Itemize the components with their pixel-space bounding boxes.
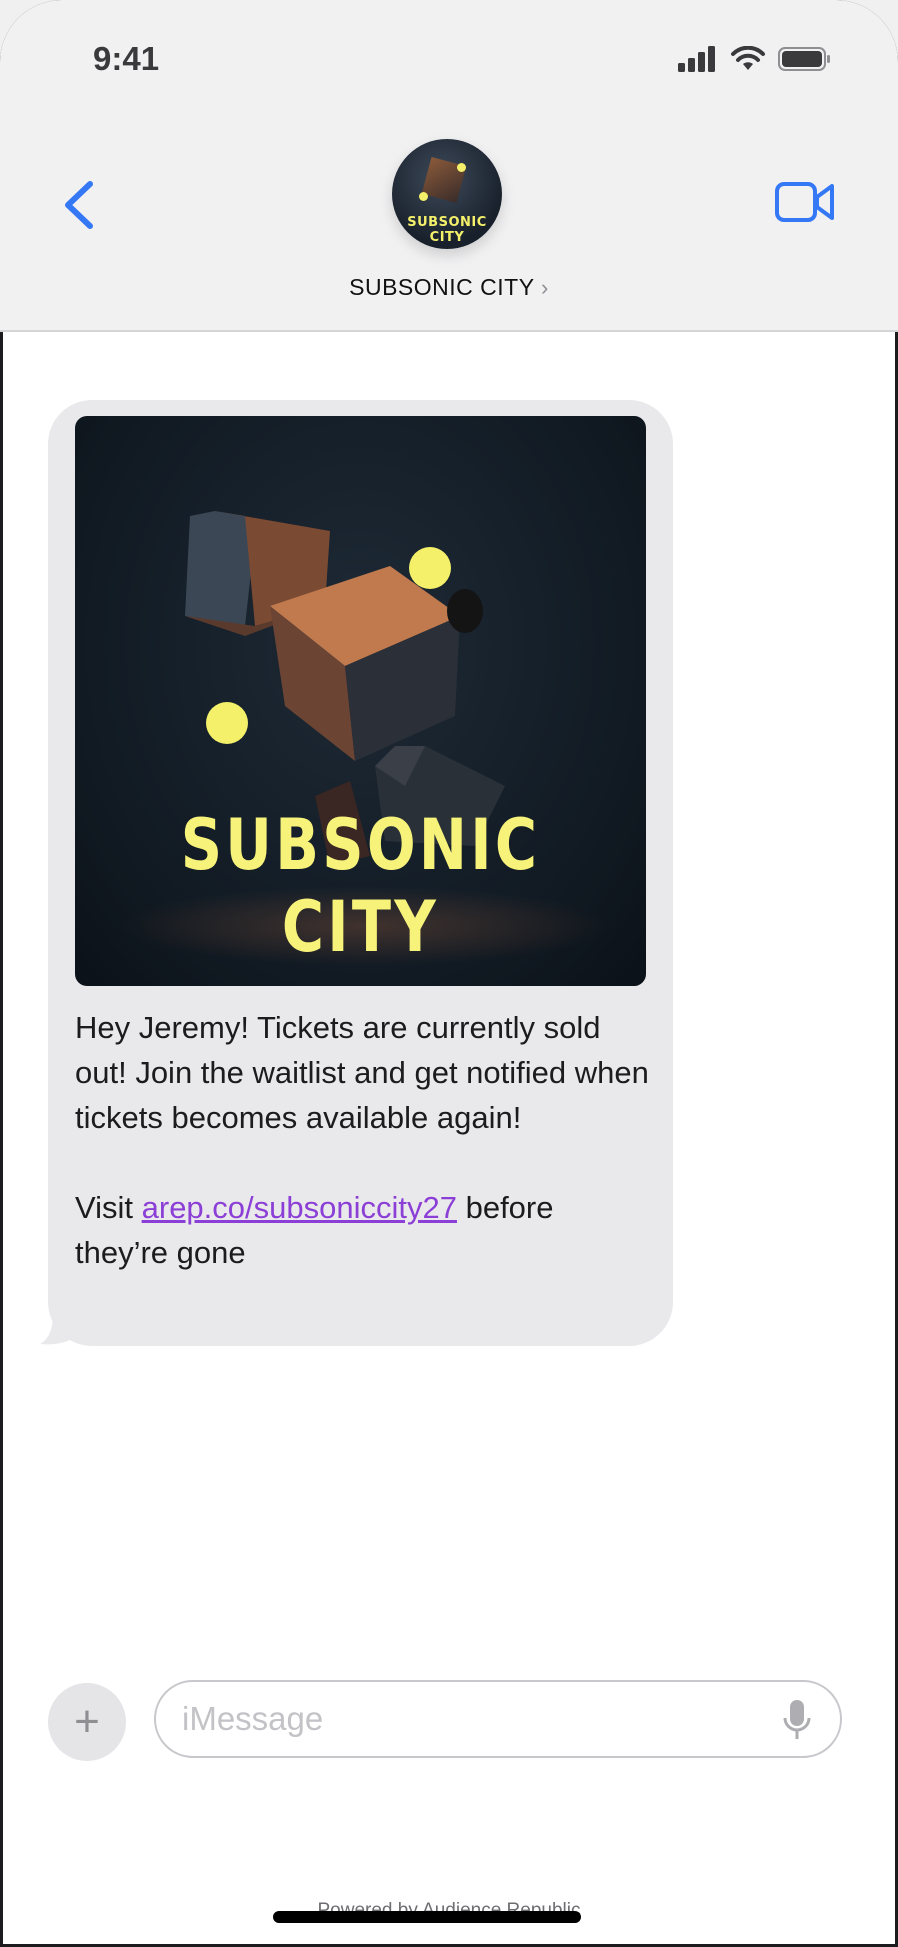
video-camera-icon[interactable] xyxy=(774,178,836,226)
message-image[interactable]: SUBSONIC CITY xyxy=(75,416,646,986)
input-placeholder: iMessage xyxy=(182,1700,324,1737)
imessage-input[interactable]: iMessage xyxy=(154,1680,842,1758)
microphone-icon[interactable] xyxy=(782,1698,812,1742)
add-attachment-button[interactable]: + xyxy=(48,1683,126,1761)
signal-icon xyxy=(678,46,715,72)
status-icons xyxy=(678,46,832,72)
avatar-dot xyxy=(419,192,428,201)
contact-name: SUBSONIC CITY xyxy=(349,274,535,300)
waitlist-link[interactable]: arep.co/subsoniccity27 xyxy=(142,1190,457,1225)
avatar-dot xyxy=(457,163,466,172)
status-time: 9:41 xyxy=(93,40,160,77)
message-text: Hey Jeremy! Tickets are currently sold o… xyxy=(75,1005,655,1275)
plus-icon: + xyxy=(74,1697,100,1746)
bubble-tail xyxy=(40,1306,75,1345)
chevron-right-icon: › xyxy=(541,275,549,300)
image-title-text: SUBSONIC CITY xyxy=(180,804,541,968)
contact-avatar[interactable]: SUBSONIC CITY xyxy=(392,139,502,249)
message-paragraph: Hey Jeremy! Tickets are currently sold o… xyxy=(75,1010,649,1135)
conversation-header: 9:41 SUBSONIC CITY SUBSONIC CITY › xyxy=(0,0,898,332)
message-visit-line: Visit arep.co/subsoniccity27 before they… xyxy=(75,1185,655,1275)
wifi-icon xyxy=(731,46,765,70)
avatar-logo-text: SUBSONIC CITY xyxy=(407,215,487,245)
home-indicator[interactable] xyxy=(273,1911,581,1923)
visit-prefix: Visit xyxy=(75,1190,142,1225)
contact-name-button[interactable]: SUBSONIC CITY › xyxy=(0,274,898,301)
battery-icon xyxy=(778,47,830,71)
phone-screen: 9:41 SUBSONIC CITY SUBSONIC CITY › SUBSO… xyxy=(0,0,898,1947)
back-chevron-icon[interactable] xyxy=(60,180,100,230)
